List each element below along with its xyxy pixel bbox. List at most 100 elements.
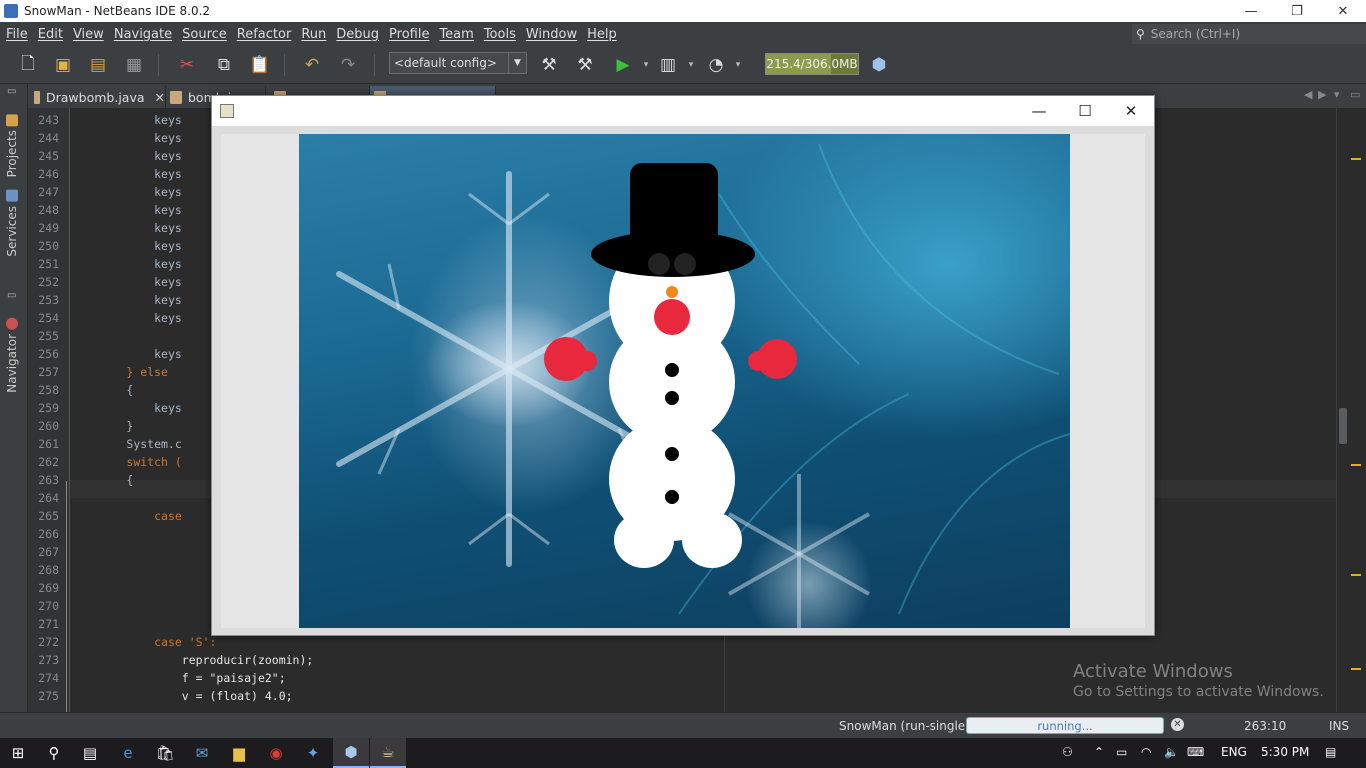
profile-icon[interactable]: ◔ bbox=[704, 54, 728, 76]
tab-scroll-right-icon[interactable]: ▶ bbox=[1318, 88, 1326, 101]
line-number: 245 bbox=[38, 149, 59, 163]
line-number: 263 bbox=[38, 473, 59, 487]
warning-mark[interactable] bbox=[1351, 464, 1361, 466]
task-view-icon[interactable]: ▤ bbox=[72, 738, 108, 768]
people-icon[interactable]: ⚇ bbox=[1062, 745, 1073, 759]
cut-icon[interactable]: ✂ bbox=[175, 54, 199, 76]
menu-profile[interactable]: Profile bbox=[385, 27, 433, 42]
app-maximize-button[interactable]: ☐ bbox=[1062, 96, 1108, 126]
menu-refactor[interactable]: Refactor bbox=[233, 27, 296, 42]
line-number: 268 bbox=[38, 563, 59, 577]
run-dropdown-icon[interactable]: ▾ bbox=[634, 54, 658, 76]
run-icon[interactable]: ▶ bbox=[611, 54, 635, 76]
garbage-collect-icon[interactable]: ⬢ bbox=[867, 54, 891, 76]
network-tool-icon[interactable]: ✦ bbox=[295, 738, 331, 768]
new-file-icon[interactable]: 🗋 bbox=[16, 54, 40, 76]
store-icon[interactable]: 🛍 bbox=[147, 738, 183, 768]
netbeans-taskbar-icon[interactable]: ⬢ bbox=[333, 738, 369, 768]
paste-icon[interactable]: 📋 bbox=[248, 54, 272, 76]
copy-icon[interactable]: ⧉ bbox=[212, 54, 236, 76]
clock[interactable]: 5:30 PM bbox=[1261, 745, 1309, 759]
menu-team[interactable]: Team bbox=[435, 27, 477, 42]
menu-edit[interactable]: Edit bbox=[34, 27, 67, 42]
services-tab[interactable]: Services bbox=[5, 190, 19, 257]
tab-drawbomb[interactable]: Drawbomb.java ✕ bbox=[30, 86, 166, 108]
restore-window-group-icon[interactable]: ▭ bbox=[7, 86, 16, 97]
file-explorer-icon[interactable]: ▆ bbox=[221, 738, 257, 768]
keyboard-icon[interactable]: ⌨ bbox=[1187, 745, 1204, 759]
menu-file[interactable]: File bbox=[2, 27, 32, 42]
snowman-left-eye bbox=[648, 253, 670, 275]
language-indicator[interactable]: ENG bbox=[1221, 745, 1247, 759]
warning-mark[interactable] bbox=[1351, 158, 1361, 160]
mail-icon[interactable]: ✉ bbox=[184, 738, 220, 768]
build-hammer-icon[interactable]: ⚒ bbox=[537, 54, 561, 76]
menu-window[interactable]: Window bbox=[522, 27, 581, 42]
clean-build-icon[interactable]: ⚒ bbox=[573, 54, 597, 76]
menu-navigate[interactable]: Navigate bbox=[110, 27, 176, 42]
open-project-icon[interactable]: ▤ bbox=[86, 54, 110, 76]
start-windows-icon[interactable]: ⊞ bbox=[0, 738, 36, 768]
memory-indicator[interactable]: 215.4/306.0MB bbox=[765, 53, 859, 75]
snowman-left-foot bbox=[614, 512, 674, 568]
search-icon[interactable]: ⚲ bbox=[36, 738, 72, 768]
debug-icon[interactable]: ▥ bbox=[656, 54, 680, 76]
wifi-icon[interactable]: ◠ bbox=[1141, 745, 1151, 759]
stop-task-icon[interactable]: ✕ bbox=[1171, 718, 1184, 731]
snowman-app-window: — ☐ ✕ bbox=[211, 95, 1155, 636]
app-close-button[interactable]: ✕ bbox=[1108, 96, 1154, 126]
code-text: { bbox=[126, 383, 134, 397]
app-minimize-button[interactable]: — bbox=[1016, 96, 1062, 126]
menu-tools[interactable]: Tools bbox=[480, 27, 520, 42]
maximize-editor-icon[interactable]: ▭ bbox=[1350, 88, 1360, 101]
menu-help[interactable]: Help bbox=[583, 27, 621, 42]
warning-mark[interactable] bbox=[1351, 574, 1361, 576]
restore-button[interactable]: ❐ bbox=[1274, 0, 1320, 22]
search-icon: ⚲ bbox=[1136, 27, 1145, 41]
menu-view[interactable]: View bbox=[69, 27, 108, 42]
restore-window-group-icon[interactable]: ▭ bbox=[7, 290, 16, 301]
snowman-button bbox=[665, 490, 679, 504]
action-center-icon[interactable]: ▤ bbox=[1325, 745, 1336, 759]
projects-tab[interactable]: Projects bbox=[5, 114, 19, 177]
line-number: 247 bbox=[38, 185, 59, 199]
tab-scroll-left-icon[interactable]: ◀ bbox=[1304, 88, 1312, 101]
battery-icon[interactable]: ▭ bbox=[1116, 745, 1127, 759]
editor-scrollbar-thumb[interactable] bbox=[1339, 408, 1347, 444]
close-button[interactable]: ✕ bbox=[1320, 0, 1366, 22]
media-app-icon[interactable]: ◉ bbox=[258, 738, 294, 768]
configuration-select[interactable]: <default config> ▼ bbox=[389, 52, 527, 74]
java-app-taskbar-icon[interactable]: ☕ bbox=[370, 738, 406, 768]
menu-run[interactable]: Run bbox=[297, 27, 330, 42]
drawing-canvas[interactable] bbox=[221, 134, 1145, 628]
code-text: keys bbox=[154, 203, 182, 217]
menu-source[interactable]: Source bbox=[178, 27, 231, 42]
navigator-tab[interactable]: Navigator bbox=[5, 318, 19, 393]
edge-browser-icon[interactable]: e bbox=[110, 738, 146, 768]
watermark-subtitle: Go to Settings to activate Windows. bbox=[1073, 684, 1324, 700]
search-input[interactable]: ⚲ Search (Ctrl+I) bbox=[1132, 24, 1366, 44]
undo-icon[interactable]: ↶ bbox=[300, 54, 324, 76]
search-placeholder: Search (Ctrl+I) bbox=[1150, 27, 1241, 41]
code-line: } bbox=[71, 419, 133, 433]
menu-debug[interactable]: Debug bbox=[332, 27, 383, 42]
services-tab-label: Services bbox=[5, 206, 19, 257]
tab-list-icon[interactable]: ▾ bbox=[1334, 88, 1340, 101]
redo-icon[interactable]: ↷ bbox=[336, 54, 360, 76]
volume-icon[interactable]: 🔈 bbox=[1164, 745, 1179, 759]
save-all-icon[interactable]: ▦ bbox=[122, 54, 146, 76]
navigator-icon bbox=[6, 318, 18, 330]
new-project-icon[interactable]: ▣ bbox=[51, 54, 75, 76]
code-line: keys bbox=[71, 221, 182, 235]
profile-dropdown-icon[interactable]: ▾ bbox=[726, 54, 750, 76]
warning-mark[interactable] bbox=[1351, 668, 1361, 670]
debug-dropdown-icon[interactable]: ▾ bbox=[679, 54, 703, 76]
show-hidden-icons-icon[interactable]: ⌃ bbox=[1094, 745, 1104, 759]
close-tab-icon[interactable]: ✕ bbox=[155, 90, 165, 105]
run-progress-bar[interactable]: running... bbox=[966, 717, 1164, 734]
minimize-button[interactable]: — bbox=[1228, 0, 1274, 22]
